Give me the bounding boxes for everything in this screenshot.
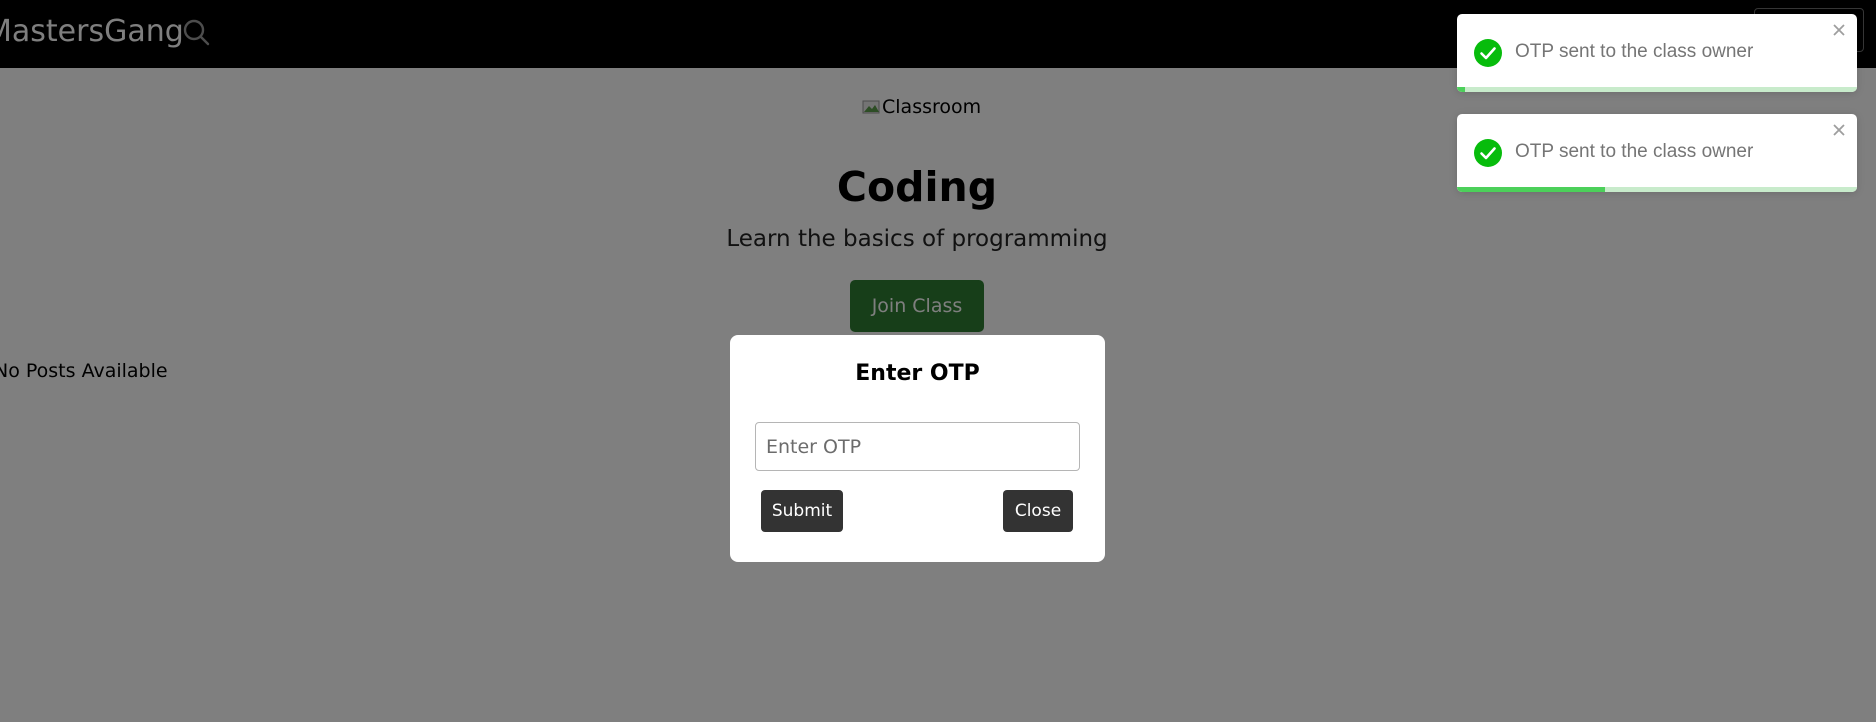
toast-message: OTP sent to the class owner xyxy=(1515,141,1754,162)
close-icon[interactable] xyxy=(1831,22,1847,38)
check-circle-icon xyxy=(1474,39,1502,67)
toast-progress-track xyxy=(1457,87,1857,92)
close-icon[interactable] xyxy=(1831,122,1847,138)
toast-notification[interactable]: OTP sent to the class owner xyxy=(1457,14,1857,92)
toast-progress-track xyxy=(1457,187,1857,192)
close-button[interactable]: Close xyxy=(1003,490,1073,532)
otp-input[interactable] xyxy=(755,422,1080,471)
submit-button[interactable]: Submit xyxy=(761,490,843,532)
toast-message: OTP sent to the class owner xyxy=(1515,41,1754,62)
modal-title: Enter OTP xyxy=(855,361,980,386)
toast-progress-bar xyxy=(1457,87,1465,92)
otp-modal: Enter OTP Submit Close xyxy=(730,335,1105,562)
toast-progress-bar xyxy=(1457,187,1605,192)
check-circle-icon xyxy=(1474,139,1502,167)
toast-notification[interactable]: OTP sent to the class owner xyxy=(1457,114,1857,192)
